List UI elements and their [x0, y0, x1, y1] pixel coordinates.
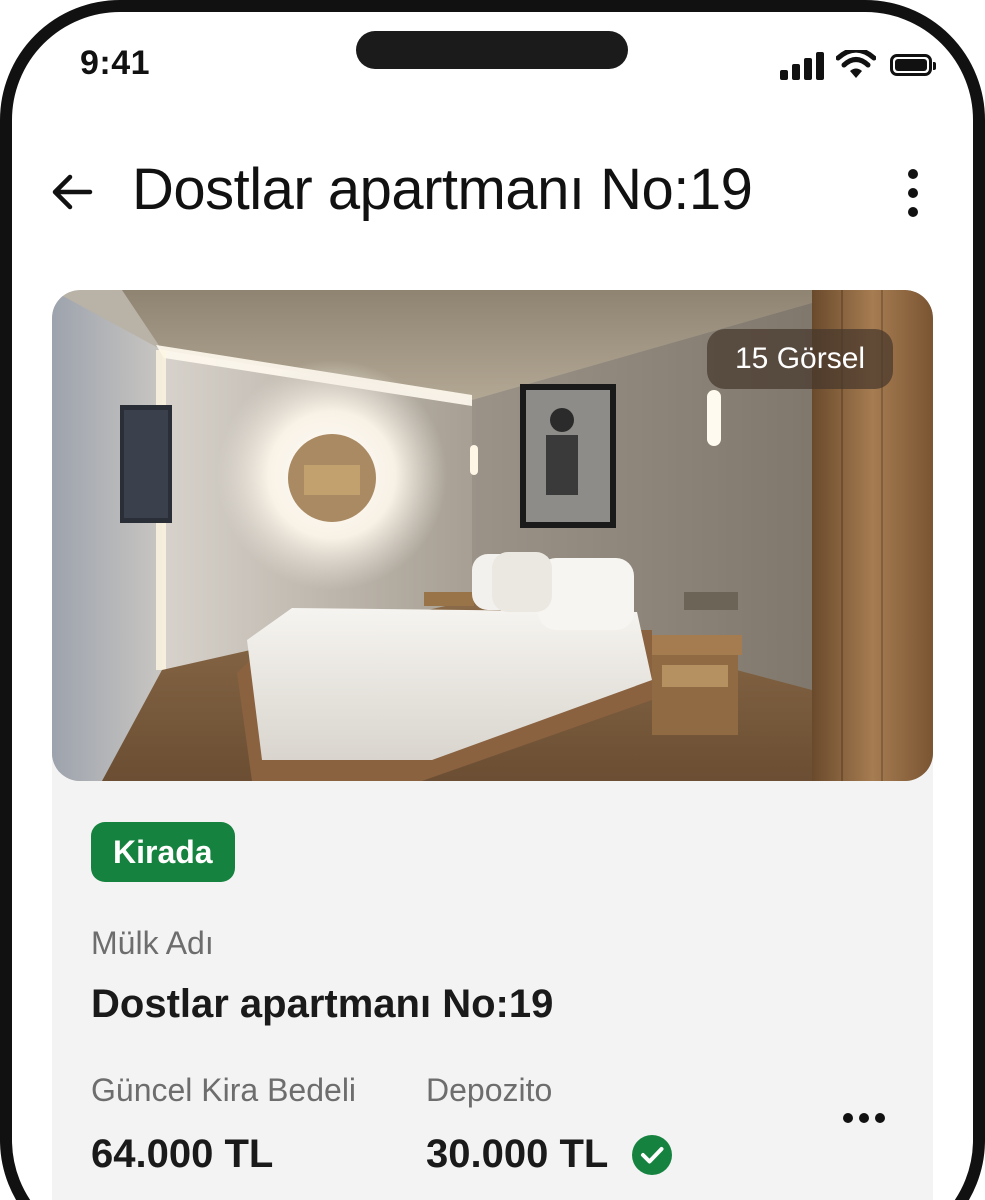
kebab-menu-icon[interactable] [896, 168, 930, 218]
arrow-left-icon[interactable] [50, 172, 94, 212]
battery-icon [890, 54, 936, 76]
property-card: 15 Görsel Kirada Mülk Adı Dostlar apartm… [52, 290, 933, 1200]
deposit-value: 30.000 TL [426, 1132, 609, 1176]
dynamic-island [356, 31, 628, 69]
phone-screen: 9:41 Dostlar apartmanı No:19 15 Görsel K… [0, 0, 985, 1200]
property-photo[interactable]: 15 Görsel [52, 290, 933, 781]
status-badge: Kirada [91, 822, 235, 882]
app-header: Dostlar apartmanı No:19 [0, 150, 985, 240]
photo-count-badge[interactable]: 15 Görsel [707, 329, 894, 389]
wifi-icon [836, 50, 876, 78]
rent-value: 64.000 TL [91, 1132, 274, 1176]
check-circle-icon [632, 1135, 672, 1175]
page-title: Dostlar apartmanı No:19 [132, 157, 753, 222]
property-name-label: Mülk Adı [91, 925, 214, 961]
property-name-value: Dostlar apartmanı No:19 [91, 982, 554, 1026]
status-time: 9:41 [80, 44, 151, 82]
rent-label: Güncel Kira Bedeli [91, 1072, 357, 1108]
signal-icon [780, 50, 828, 80]
more-horizontal-icon[interactable] [842, 1108, 886, 1128]
deposit-label: Depozito [426, 1072, 553, 1108]
